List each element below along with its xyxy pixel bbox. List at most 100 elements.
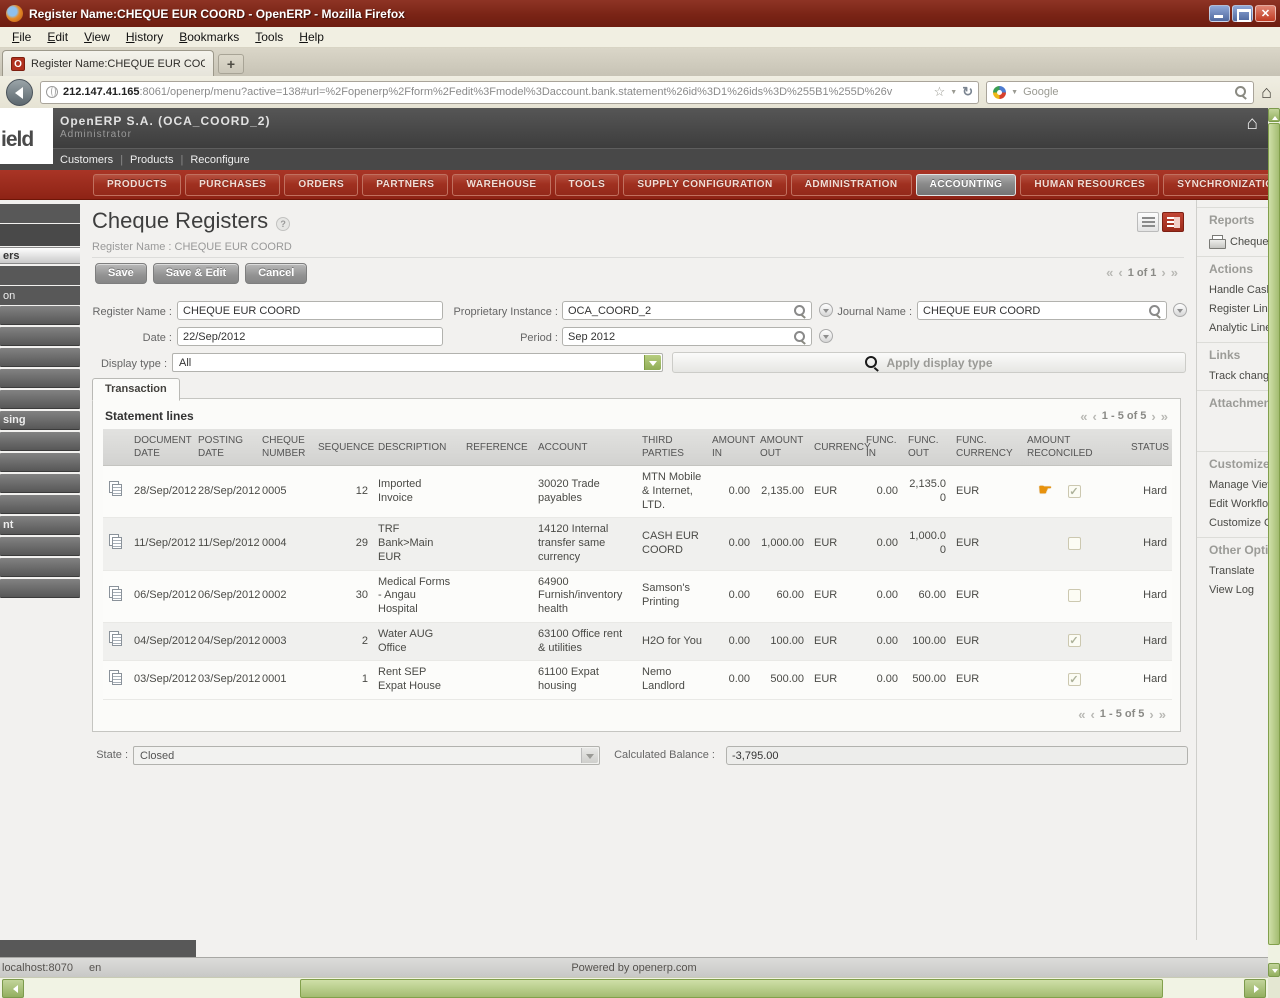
- cell-posting-date[interactable]: 11/Sep/2012: [193, 518, 260, 570]
- minimize-button[interactable]: [1209, 5, 1230, 22]
- table-row[interactable]: 28/Sep/2012 28/Sep/2012 0005 12 Imported…: [103, 465, 1172, 518]
- sidebar-item[interactable]: [0, 224, 80, 246]
- pager-prev-icon[interactable]: ‹: [1092, 410, 1096, 423]
- pager-prev-icon[interactable]: ‹: [1090, 708, 1094, 721]
- cell-description[interactable]: Medical Forms - Angau Hospital: [373, 570, 461, 622]
- list-view-button[interactable]: [1137, 212, 1159, 232]
- sidebar-action-link[interactable]: Register Lines: [1197, 299, 1268, 318]
- table-row[interactable]: 03/Sep/2012 03/Sep/2012 0001 1 Rent SEP …: [103, 660, 1172, 700]
- sidebar-action-link[interactable]: Edit Workflow: [1197, 494, 1268, 513]
- browser-menu-item[interactable]: View: [76, 28, 118, 46]
- sidebar-item[interactable]: on: [0, 286, 80, 305]
- search-magnifier-icon[interactable]: [1235, 86, 1247, 98]
- open-record-icon[interactable]: [108, 631, 125, 647]
- tab-transaction[interactable]: Transaction: [92, 378, 180, 401]
- column-header[interactable]: THIRD PARTIES: [637, 429, 707, 466]
- cell-func-currency[interactable]: EUR: [951, 622, 1022, 661]
- open-record-icon[interactable]: [108, 669, 125, 686]
- column-header[interactable]: AMOUNT RECONCILED: [1022, 429, 1126, 466]
- column-header[interactable]: [103, 429, 129, 466]
- reconciled-checkbox[interactable]: [1067, 672, 1081, 686]
- pager-first-icon[interactable]: «: [1080, 410, 1087, 423]
- cell-cheque-number[interactable]: 0004: [257, 518, 313, 570]
- sidebar-item[interactable]: ers: [0, 247, 80, 264]
- table-row[interactable]: 06/Sep/2012 06/Sep/2012 0002 30 Medical …: [103, 570, 1172, 623]
- cell-document-date[interactable]: 03/Sep/2012: [129, 661, 196, 700]
- sidebar-item[interactable]: [0, 348, 80, 367]
- cell-account[interactable]: 64900 Furnish/inventory health: [533, 570, 637, 622]
- cell-sequence[interactable]: 29: [313, 518, 373, 570]
- cell-status[interactable]: Hard: [1126, 570, 1172, 622]
- reload-icon[interactable]: ↻: [962, 84, 973, 100]
- main-nav-button[interactable]: PARTNERS: [362, 173, 449, 196]
- scroll-right-icon[interactable]: [1244, 979, 1266, 998]
- main-nav-button[interactable]: PRODUCTS: [93, 173, 182, 196]
- sidebar-item[interactable]: nt: [0, 516, 80, 535]
- vertical-scrollbar-thumb[interactable]: [1268, 123, 1280, 945]
- scroll-left-icon[interactable]: [2, 979, 24, 998]
- column-header[interactable]: FUNC. IN: [861, 429, 903, 466]
- main-nav-button[interactable]: HUMAN RESOURCES: [1020, 173, 1160, 196]
- column-header[interactable]: SEQUENCE: [313, 429, 374, 466]
- sidebar-item[interactable]: [0, 204, 80, 223]
- column-header[interactable]: CHEQUE NUMBER: [257, 429, 313, 466]
- cell-status[interactable]: Hard: [1126, 661, 1172, 700]
- cell-amount-out[interactable]: 100.00: [755, 622, 809, 661]
- open-record-icon[interactable]: [108, 533, 125, 550]
- sidebar-action-link[interactable]: Cheque Inv: [1197, 231, 1268, 251]
- cell-amount-in[interactable]: 0.00: [707, 466, 755, 518]
- column-header[interactable]: FUNC. OUT: [903, 429, 951, 466]
- sidebar-action-link[interactable]: View Log: [1197, 580, 1268, 599]
- vertical-scrollbar[interactable]: [1268, 108, 1280, 977]
- cell-reference[interactable]: [461, 570, 533, 622]
- cell-sequence[interactable]: 2: [313, 622, 373, 661]
- cell-amount-in[interactable]: 0.00: [707, 518, 755, 570]
- pager-next-icon[interactable]: ›: [1161, 266, 1165, 279]
- cell-third-parties[interactable]: MTN Mobile & Internet, LTD.: [637, 466, 707, 518]
- sidebar-action-link[interactable]: Customize Obje: [1197, 513, 1268, 532]
- maximize-button[interactable]: [1232, 5, 1253, 22]
- search-input[interactable]: Google: [1023, 86, 1230, 98]
- column-header[interactable]: AMOUNT IN: [707, 429, 755, 466]
- journal-name-dropdown-icon[interactable]: [1173, 303, 1187, 317]
- pager-first-icon[interactable]: «: [1106, 266, 1113, 279]
- cell-cheque-number[interactable]: 0001: [257, 661, 313, 700]
- sidebar-item[interactable]: [0, 453, 80, 472]
- scroll-down-icon[interactable]: [1268, 963, 1280, 977]
- horizontal-scrollbar-thumb[interactable]: [300, 979, 1163, 998]
- sidebar-action-link[interactable]: Handle Cash Di: [1197, 280, 1268, 299]
- cell-document-date[interactable]: 06/Sep/2012: [129, 570, 196, 622]
- cell-status[interactable]: Hard: [1126, 518, 1172, 570]
- cell-func-currency[interactable]: EUR: [951, 570, 1022, 622]
- column-header[interactable]: FUNC. CURRENCY: [951, 429, 1022, 466]
- app-home-icon[interactable]: ⌂: [1247, 113, 1258, 135]
- browser-menu-item[interactable]: File: [4, 28, 39, 46]
- pager-first-icon[interactable]: «: [1078, 708, 1085, 721]
- google-logo-icon[interactable]: [993, 85, 1007, 99]
- main-nav-button[interactable]: WAREHOUSE: [452, 173, 551, 196]
- cell-func-out[interactable]: 1,000.00: [903, 518, 951, 570]
- cell-posting-date[interactable]: 06/Sep/2012: [193, 570, 260, 622]
- period-field[interactable]: Sep 2012: [562, 327, 812, 346]
- cell-description[interactable]: TRF Bank>Main EUR: [373, 518, 461, 570]
- column-header[interactable]: CURRENCY: [809, 429, 871, 466]
- browser-menu-item[interactable]: Tools: [247, 28, 291, 46]
- proprietary-instance-dropdown-icon[interactable]: [819, 303, 833, 317]
- reconcile-action-icon[interactable]: ☛: [1038, 482, 1052, 499]
- save-button[interactable]: Save: [95, 263, 147, 284]
- cell-amount-in[interactable]: 0.00: [707, 661, 755, 700]
- main-nav-button[interactable]: SUPPLY CONFIGURATION: [623, 173, 787, 196]
- cell-reference[interactable]: [461, 661, 533, 700]
- cell-document-date[interactable]: 28/Sep/2012: [129, 466, 196, 518]
- pager-last-icon[interactable]: »: [1161, 410, 1168, 423]
- pager-last-icon[interactable]: »: [1159, 708, 1166, 721]
- cell-func-out[interactable]: 2,135.00: [903, 466, 951, 518]
- browser-menu-item[interactable]: Bookmarks: [171, 28, 247, 46]
- lookup-magnifier-icon[interactable]: [794, 330, 806, 343]
- back-button[interactable]: [6, 78, 33, 106]
- help-icon[interactable]: ?: [276, 217, 291, 231]
- browser-menu-item[interactable]: Edit: [39, 28, 76, 46]
- new-tab-button[interactable]: +: [218, 54, 244, 74]
- save-edit-button[interactable]: Save & Edit: [152, 263, 240, 284]
- main-nav-button[interactable]: PURCHASES: [185, 173, 281, 196]
